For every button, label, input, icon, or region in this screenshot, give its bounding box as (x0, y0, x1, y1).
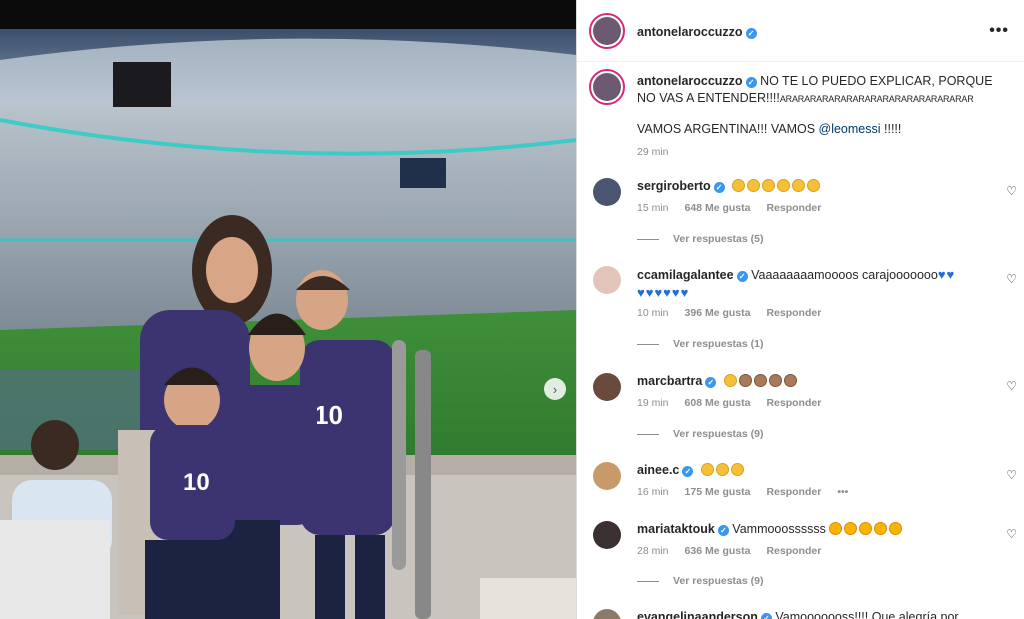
comment-meta: 28 min 636 Me gusta Responder (637, 545, 837, 557)
commenter-avatar[interactable] (593, 462, 621, 490)
commenter-avatar[interactable] (593, 609, 621, 619)
comment-meta: 10 min 396 Me gusta Responder (637, 307, 837, 319)
chevron-right-icon: › (552, 381, 558, 397)
mention-link[interactable]: @leomessi (819, 122, 881, 136)
view-replies-button[interactable]: Ver respuestas (5) (637, 233, 763, 245)
comment-body: ainee.c ✓ (637, 462, 977, 479)
reply-button[interactable]: Responder (766, 545, 821, 557)
commenter-avatar[interactable] (593, 266, 621, 294)
blue-heart-emoji-group: ♥♥ (937, 267, 955, 282)
commenter-username[interactable]: mariataktouk (637, 522, 715, 536)
star-eyes-emoji-group (829, 522, 904, 536)
clap-emoji-group (700, 463, 746, 477)
commenter-avatar[interactable] (593, 373, 621, 401)
comment-body: marcbartra ✓ (637, 373, 977, 390)
more-horizontal-icon[interactable]: ••• (989, 22, 1009, 40)
comment-time: 16 min (637, 486, 669, 498)
comment-text: Vamooooooss!!!! Que alegría por (775, 610, 959, 619)
comment-time: 19 min (637, 397, 669, 409)
post-side-panel: antonelaroccuzzo ✓ ••• antonelaroccuzzo ✓ … (576, 0, 1024, 619)
author-username[interactable]: antonelaroccuzzo (637, 25, 743, 39)
reply-button[interactable]: Responder (766, 307, 821, 319)
comment-likes[interactable]: 396 Me gusta (685, 307, 751, 319)
comment-body: sergiroberto ✓ (637, 178, 977, 195)
clap-emoji-group (723, 374, 799, 388)
commenter-username[interactable]: marcbartra (637, 374, 702, 388)
verified-badge-icon: ✓ (705, 377, 717, 388)
comment-likes[interactable]: 636 Me gusta (685, 545, 751, 557)
comment-body: mariataktouk ✓ Vammooossssss (637, 521, 977, 538)
next-photo-button[interactable]: › (544, 378, 566, 400)
post-photo: 10 10 › (0, 0, 576, 619)
reply-button[interactable]: Responder (766, 486, 821, 498)
view-replies-button[interactable]: Ver respuestas (9) (637, 428, 763, 440)
caption-username[interactable]: antonelaroccuzzo (637, 74, 743, 88)
heart-outline-icon[interactable]: ♡ (1006, 468, 1017, 482)
stadium-photo: 10 10 (0, 29, 576, 619)
heart-outline-icon[interactable]: ♡ (1006, 272, 1017, 286)
commenter-username[interactable]: evangelinaanderson (637, 610, 758, 619)
verified-badge-icon: ✓ (682, 466, 694, 477)
comment-more-icon[interactable]: ••• (837, 486, 848, 498)
comment-text: Vammooossssss (732, 522, 826, 536)
comment-meta: 15 min 648 Me gusta Responder (637, 202, 837, 214)
comment-body: evangelinaanderson ✓ Vamooooooss!!!! Que … (637, 609, 977, 619)
jersey-number: 10 (314, 400, 343, 430)
comment-body: ccamilagalantee ✓ Vaaaaaaaamoooos carajoo… (637, 266, 977, 302)
view-replies-button[interactable]: Ver respuestas (9) (637, 575, 763, 587)
heart-outline-icon[interactable]: ♡ (1006, 527, 1017, 541)
commenter-username[interactable]: sergiroberto (637, 179, 711, 193)
comment-likes[interactable]: 175 Me gusta (685, 486, 751, 498)
caption-avatar[interactable] (589, 69, 625, 105)
caption-time: 29 min (637, 146, 669, 158)
view-replies-button[interactable]: Ver respuestas (1) (637, 338, 763, 350)
comment-time: 15 min (637, 202, 669, 214)
caption-tail: ARARARARARARARARARARARARARARARAR (779, 94, 974, 104)
verified-badge-icon: ✓ (713, 182, 725, 193)
post-caption: antonelaroccuzzo ✓ NO TE LO PUEDO EXPLICA… (637, 73, 1007, 161)
verified-badge-icon: ✓ (717, 525, 729, 536)
comment-likes[interactable]: 648 Me gusta (685, 202, 751, 214)
verified-badge-icon: ✓ (736, 271, 748, 282)
comment-likes[interactable]: 608 Me gusta (685, 397, 751, 409)
caption-line2-end: !!!!! (880, 122, 902, 136)
comment-meta: 16 min 175 Me gusta Responder ••• (637, 486, 864, 498)
verified-badge-icon: ✓ (745, 77, 757, 88)
commenter-username[interactable]: ainee.c (637, 463, 679, 477)
caption-line2: VAMOS ARGENTINA!!! VAMOS (637, 122, 819, 136)
jersey-number-small: 10 (183, 469, 210, 496)
post-header: antonelaroccuzzo ✓ ••• (577, 0, 1024, 62)
heart-outline-icon[interactable]: ♡ (1006, 184, 1017, 198)
reply-button[interactable]: Responder (766, 397, 821, 409)
author-name-row: antonelaroccuzzo ✓ (637, 23, 757, 41)
blue-heart-emoji-group: ♥♥♥♥♥♥ (637, 285, 689, 300)
clap-emoji-group (732, 179, 822, 193)
reply-button[interactable]: Responder (766, 202, 821, 214)
verified-badge-icon: ✓ (760, 613, 772, 619)
commenter-avatar[interactable] (593, 178, 621, 206)
comment-meta: 19 min 608 Me gusta Responder (637, 397, 837, 409)
comment-time: 10 min (637, 307, 669, 319)
comment-text: Vaaaaaaaamoooos carajooooooo (751, 268, 938, 282)
photo-top-bar (0, 0, 576, 29)
author-avatar[interactable] (589, 13, 625, 49)
verified-badge-icon: ✓ (745, 28, 757, 39)
commenter-username[interactable]: ccamilagalantee (637, 268, 734, 282)
heart-outline-icon[interactable]: ♡ (1006, 379, 1017, 393)
commenter-avatar[interactable] (593, 521, 621, 549)
comment-time: 28 min (637, 545, 669, 557)
